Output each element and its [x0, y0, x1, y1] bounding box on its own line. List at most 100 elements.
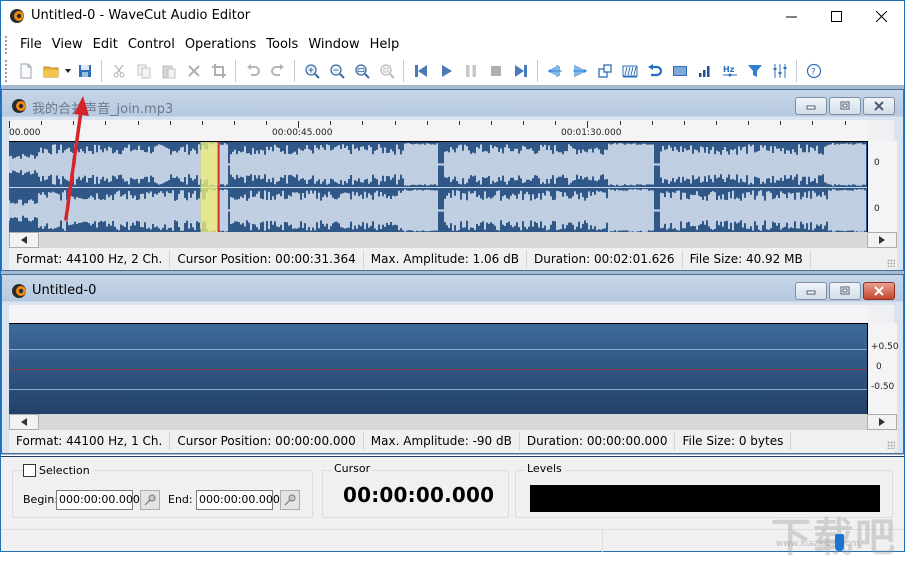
amplitude-label: 0: [874, 158, 880, 168]
end-label: End:: [168, 493, 193, 506]
document-title-bar[interactable]: 我的合并声音_join.mp3: [2, 90, 903, 120]
document-title-bar[interactable]: Untitled-0: [2, 275, 903, 305]
equalizer-icon: [773, 64, 786, 78]
reverse-icon: [647, 64, 662, 77]
document-close-button[interactable]: [863, 97, 895, 115]
skip-forward-icon: [514, 65, 527, 77]
waveform-canvas[interactable]: [9, 142, 867, 232]
go-to-start-button[interactable]: [408, 59, 433, 83]
cursor-time-display: 00:00:00.000: [343, 483, 495, 507]
scroll-left-button[interactable]: [9, 232, 39, 248]
document-close-button[interactable]: [863, 282, 895, 300]
copy-button[interactable]: [131, 59, 156, 83]
horizontal-scrollbar[interactable]: [9, 232, 897, 248]
go-to-end-button[interactable]: [508, 59, 533, 83]
status-file-size: File Size: 0 bytes: [675, 432, 792, 450]
open-file-button[interactable]: [38, 59, 63, 83]
menu-file[interactable]: File: [15, 34, 47, 56]
selection-region[interactable]: [200, 142, 219, 232]
toolbar-grip[interactable]: [5, 60, 7, 82]
minimize-button[interactable]: [769, 1, 814, 32]
resize-grip[interactable]: [887, 441, 895, 449]
ruler-tick: [202, 121, 203, 125]
reverse-button[interactable]: [642, 59, 667, 83]
zoom-in-icon: [304, 64, 320, 79]
menu-view[interactable]: View: [47, 34, 88, 56]
status-file-size: File Size: 40.92 MB: [683, 250, 811, 268]
pause-button[interactable]: [458, 59, 483, 83]
new-file-button[interactable]: [13, 59, 38, 83]
maximize-button[interactable]: [814, 1, 859, 32]
document-title: Untitled-0: [32, 283, 97, 298]
cut-button[interactable]: [106, 59, 131, 83]
close-button[interactable]: [859, 1, 904, 32]
crop-icon: [211, 64, 226, 78]
time-ruler[interactable]: 00.000 00:00:45.000 00:01:30.000: [9, 120, 867, 141]
undo-button[interactable]: [240, 59, 265, 83]
waveform-view[interactable]: [9, 323, 867, 414]
zoom-in-button[interactable]: [299, 59, 324, 83]
open-dropdown-button[interactable]: [63, 59, 72, 83]
play-button[interactable]: [433, 59, 458, 83]
end-pin-button[interactable]: [280, 490, 300, 510]
menu-operations[interactable]: Operations: [180, 34, 261, 56]
menu-control[interactable]: Control: [123, 34, 180, 56]
silence-button[interactable]: [617, 59, 642, 83]
begin-time-input[interactable]: 000:00:00.000: [56, 490, 140, 510]
scroll-left-button[interactable]: [9, 414, 39, 430]
filter-button[interactable]: [742, 59, 767, 83]
paste-button[interactable]: [156, 59, 181, 83]
ruler-tick: [620, 121, 621, 125]
save-file-button[interactable]: [72, 59, 97, 83]
begin-pin-button[interactable]: [140, 490, 160, 510]
arrow-right-icon: [879, 418, 885, 426]
ruler-label: 00:00:45.000: [272, 128, 333, 138]
paste-icon: [162, 65, 175, 79]
fade-out-icon: [572, 65, 587, 77]
menu-grip[interactable]: [5, 36, 7, 54]
delete-button[interactable]: [181, 59, 206, 83]
fade-in-button[interactable]: [542, 59, 567, 83]
menu-help[interactable]: Help: [365, 34, 405, 56]
document-minimize-button[interactable]: [795, 97, 827, 115]
document-restore-button[interactable]: [829, 97, 861, 115]
crop-button[interactable]: [206, 59, 231, 83]
menu-edit[interactable]: Edit: [88, 34, 123, 56]
redo-button[interactable]: [265, 59, 290, 83]
stop-icon: [490, 66, 501, 76]
close-icon: [874, 101, 884, 111]
end-time-input[interactable]: 000:00:00.000: [196, 490, 280, 510]
strip-divider: [602, 530, 603, 552]
document-restore-button[interactable]: [829, 282, 861, 300]
help-button[interactable]: ?: [801, 59, 826, 83]
amplify-button[interactable]: [692, 59, 717, 83]
scroll-right-button[interactable]: [867, 232, 897, 248]
ruler-tick: [105, 121, 106, 125]
resize-grip[interactable]: [887, 259, 895, 267]
position-slider-thumb[interactable]: [835, 534, 844, 551]
selection-checkbox[interactable]: [23, 464, 36, 477]
toolbar: Hz ?: [1, 58, 904, 84]
waveform-view[interactable]: [9, 141, 867, 232]
sample-rate-button[interactable]: Hz: [717, 59, 742, 83]
status-format: Format: 44100 Hz, 2 Ch.: [9, 250, 171, 268]
equalizer-button[interactable]: [767, 59, 792, 83]
mdi-workspace: 我的合并声音_join.mp3 00.000 00:00:45.000 00:01:…: [1, 85, 904, 455]
resize-button[interactable]: [592, 59, 617, 83]
time-ruler[interactable]: [9, 305, 867, 323]
menu-window[interactable]: Window: [303, 34, 364, 56]
stop-button[interactable]: [483, 59, 508, 83]
zoom-all-button[interactable]: [349, 59, 374, 83]
watermark-url: www.xiazaiba.com: [776, 539, 860, 549]
fade-out-button[interactable]: [567, 59, 592, 83]
ruler-tick: [491, 121, 492, 125]
normalize-button[interactable]: [667, 59, 692, 83]
zero-line: [9, 369, 867, 370]
menu-tools[interactable]: Tools: [261, 34, 303, 56]
scroll-right-button[interactable]: [867, 414, 897, 430]
restore-icon: [840, 101, 850, 110]
document-minimize-button[interactable]: [795, 282, 827, 300]
zoom-out-button[interactable]: [324, 59, 349, 83]
zoom-selection-button[interactable]: [374, 59, 399, 83]
horizontal-scrollbar[interactable]: [9, 414, 897, 430]
